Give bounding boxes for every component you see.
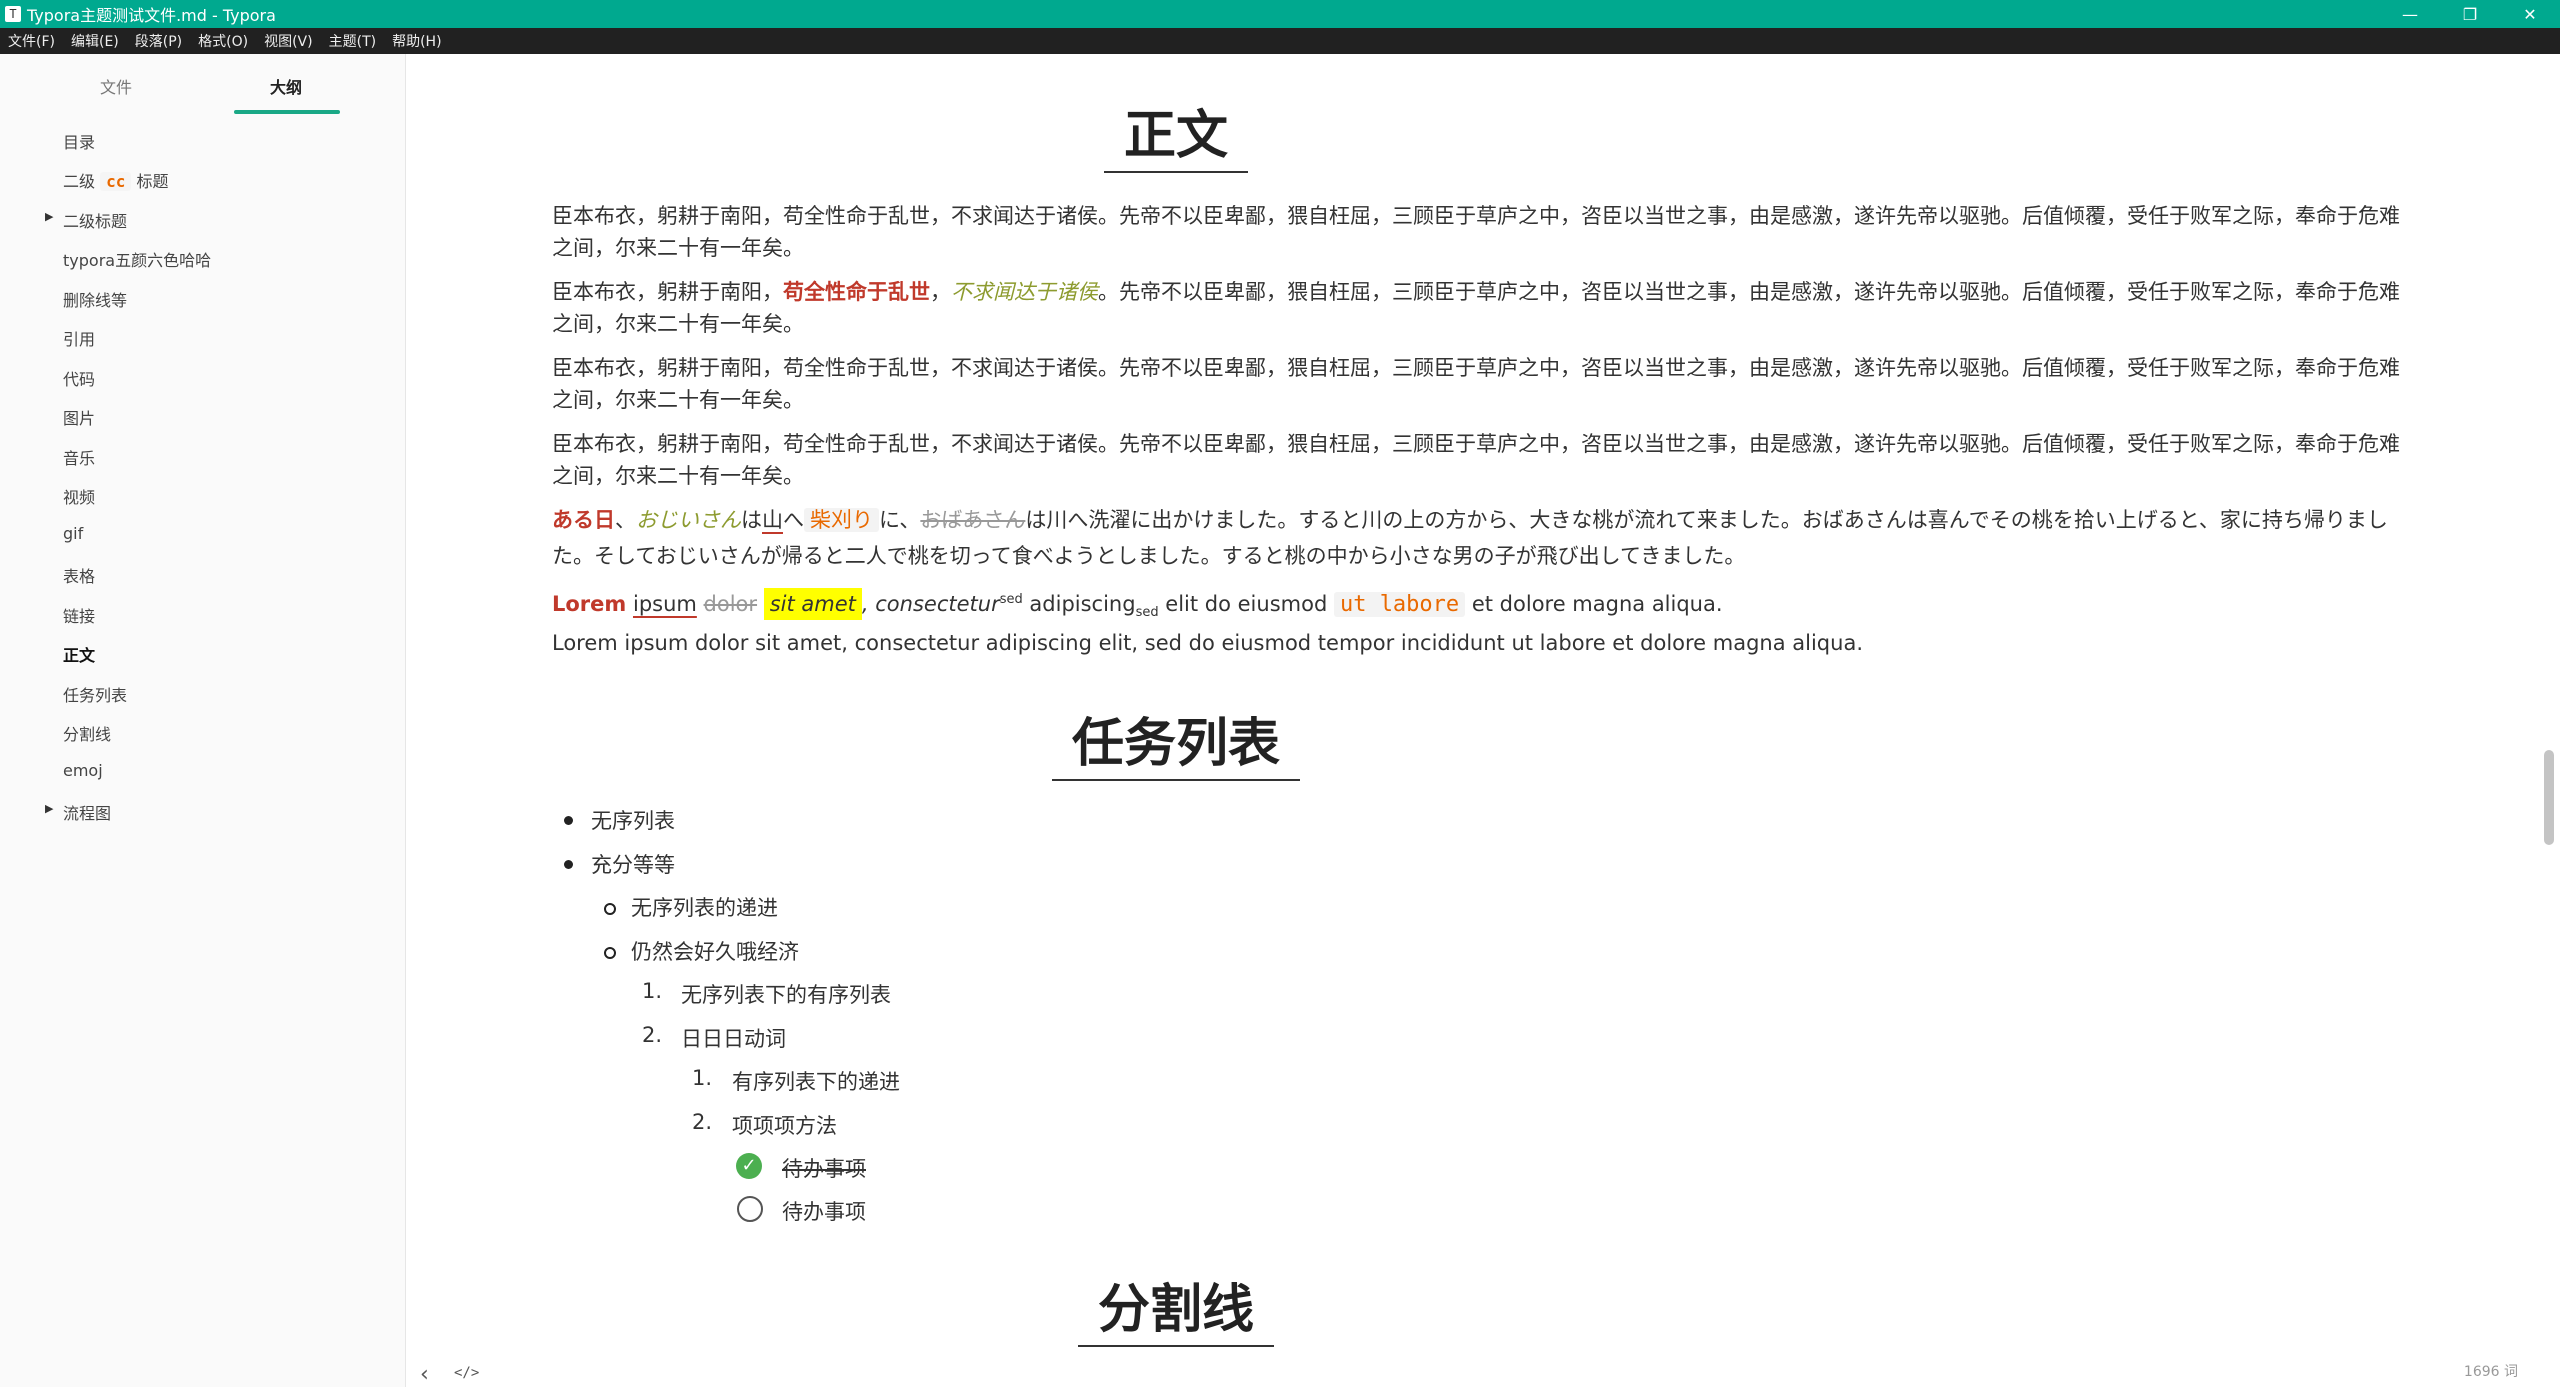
list-number: 1.: [692, 1066, 713, 1090]
checked-checkbox-icon[interactable]: ✓: [736, 1153, 762, 1179]
editor-content[interactable]: 正文 臣本布衣，躬耕于南阳，苟全性命于乱世，不求闻达于诸侯。先帝不以臣卑鄙，猥自…: [406, 54, 2560, 1387]
outline-item-text: 标题: [136, 172, 169, 191]
menu-edit[interactable]: 编辑(E): [63, 31, 127, 51]
unchecked-checkbox-icon[interactable]: [737, 1196, 763, 1222]
paragraph-japanese: ある日、おじいさんは山へ 柴刈り に、おばあさんは川へ洗濯に出かけました。すると川の…: [552, 508, 2388, 568]
restore-button[interactable]: ❐: [2440, 0, 2500, 28]
list-number: 2.: [692, 1110, 713, 1134]
list-item: 有序列表下的递进: [732, 1070, 900, 1094]
heading-divider: 分割线: [406, 1280, 1946, 1348]
outline-item-colors[interactable]: typora五颜六色哈哈: [63, 247, 211, 271]
menu-bar: 文件(F) 编辑(E) 段落(P) 格式(O) 视图(V) 主题(T) 帮助(H…: [0, 28, 2560, 54]
paragraph-2: 臣本布衣，躬耕于南阳，苟全性命于乱世，不求闻达于诸侯。先帝不以臣卑鄙，猥自枉屈，…: [552, 280, 2400, 336]
sidebar-tabs: 文件 大纲: [0, 54, 405, 114]
menu-paragraph[interactable]: 段落(P): [127, 31, 190, 51]
tab-outline[interactable]: 大纲: [270, 74, 302, 98]
paragraph-3: 臣本布衣，躬耕于南阳，苟全性命于乱世，不求闻达于诸侯。先帝不以臣卑鄙，猥自枉屈，…: [552, 356, 2400, 412]
window-controls: — ❐ ✕: [2380, 0, 2560, 28]
outline-item-tasks[interactable]: 任务列表: [63, 682, 127, 706]
menu-file[interactable]: 文件(F): [0, 31, 63, 51]
list-item: 日日日动词: [681, 1027, 786, 1051]
list-item: 仍然会好久哦经济: [631, 940, 799, 964]
outline-item-quote[interactable]: 引用: [63, 326, 95, 350]
paragraph-1: 臣本布衣，躬耕于南阳，苟全性命于乱世，不求闻达于诸侯。先帝不以臣卑鄙，猥自枉屈，…: [552, 204, 2400, 260]
bullet-icon: [564, 860, 573, 869]
paragraph-lorem: Lorem ipsum dolor sit amet, consectetur …: [552, 631, 1863, 655]
bullet-icon: [564, 816, 573, 825]
list-item: 项项项方法: [732, 1114, 837, 1138]
menu-view[interactable]: 视图(V): [256, 31, 321, 51]
expand-caret-icon[interactable]: ▶: [45, 210, 53, 223]
heading-body: 正文: [406, 106, 1946, 174]
sidebar: 文件 大纲 目录 二级 cc 标题 ▶ 二级标题 typora五颜六色哈哈 删除…: [0, 54, 406, 1387]
outline-item-h2-cc[interactable]: 二级 cc 标题: [63, 168, 168, 192]
paragraph-4: 臣本布衣，躬耕于南阳，苟全性命于乱世，不求闻达于诸侯。先帝不以臣卑鄙，猥自枉屈，…: [552, 432, 2400, 488]
active-tab-indicator: [234, 110, 340, 114]
outline-item-code: cc: [100, 172, 132, 191]
circle-bullet-icon: [604, 903, 616, 915]
list-item: 无序列表: [591, 809, 675, 833]
tab-files[interactable]: 文件: [100, 74, 132, 98]
vertical-scrollbar[interactable]: [2544, 750, 2554, 845]
toggle-sidebar-icon[interactable]: ‹: [420, 1362, 429, 1387]
expand-caret-icon[interactable]: ▶: [45, 802, 53, 815]
title-bar: T Typora主题测试文件.md - Typora — ❐ ✕: [0, 0, 2560, 28]
list-number: 2.: [642, 1023, 663, 1047]
outline-item-h2[interactable]: 二级标题: [63, 208, 127, 232]
close-button[interactable]: ✕: [2500, 0, 2560, 28]
paragraph-lorem-styled: Lorem ipsum dolor sit amet, consecteturs…: [552, 580, 2408, 633]
task-item-done: 待办事项: [782, 1157, 866, 1181]
outline-item-table[interactable]: 表格: [63, 563, 95, 587]
outline-item-emoji[interactable]: emoj: [63, 761, 103, 780]
outline-item-divider[interactable]: 分割线: [63, 721, 111, 745]
circle-bullet-icon: [604, 947, 616, 959]
menu-theme[interactable]: 主题(T): [321, 31, 384, 51]
outline-item-links[interactable]: 链接: [63, 603, 95, 627]
source-code-mode-icon[interactable]: </>: [454, 1365, 479, 1381]
list-item: 充分等等: [591, 853, 675, 877]
outline-item-gif[interactable]: gif: [63, 524, 83, 543]
outline-item-code[interactable]: 代码: [63, 366, 95, 390]
task-item-todo: 待办事项: [782, 1200, 866, 1224]
typora-app-icon: T: [5, 6, 21, 22]
outline-item-music[interactable]: 音乐: [63, 445, 95, 469]
window-title: Typora主题测试文件.md - Typora: [27, 6, 276, 25]
outline-item-video[interactable]: 视频: [63, 484, 95, 508]
menu-help[interactable]: 帮助(H): [384, 31, 449, 51]
outline-item-strikethrough[interactable]: 删除线等: [63, 287, 127, 311]
outline-item-toc[interactable]: 目录: [63, 129, 95, 153]
menu-format[interactable]: 格式(O): [190, 31, 256, 51]
list-number: 1.: [642, 979, 663, 1003]
word-count[interactable]: 1696 词: [2464, 1361, 2518, 1381]
outline-item-body[interactable]: 正文: [63, 642, 95, 666]
list-item: 无序列表下的有序列表: [681, 983, 891, 1007]
minimize-button[interactable]: —: [2380, 0, 2440, 28]
outline-item-flowchart[interactable]: 流程图: [63, 800, 111, 824]
outline-item-images[interactable]: 图片: [63, 405, 95, 429]
list-item: 无序列表的递进: [631, 896, 778, 920]
heading-tasks: 任务列表: [406, 714, 1946, 782]
outline-item-text: 二级: [63, 172, 96, 191]
